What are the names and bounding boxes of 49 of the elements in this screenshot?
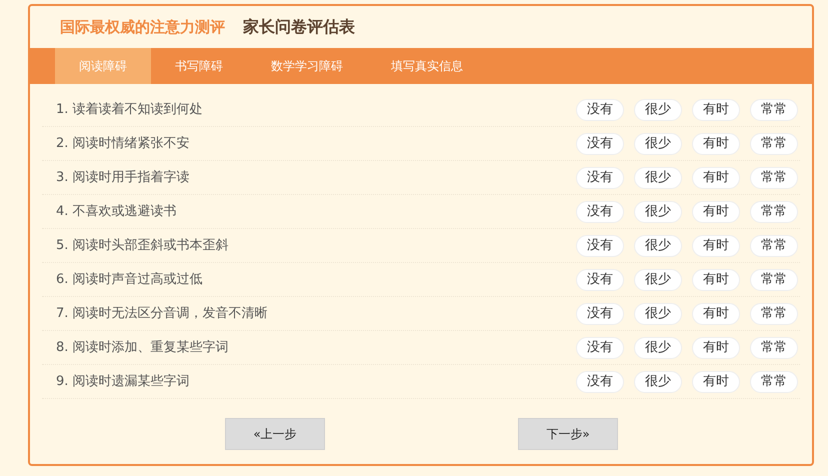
answer-option[interactable]: 很少 bbox=[634, 166, 682, 188]
question-text: 6. 阅读时声音过高或过低 bbox=[56, 270, 204, 289]
answer-option[interactable]: 很少 bbox=[634, 336, 682, 358]
next-button[interactable]: 下一步» bbox=[518, 418, 618, 450]
question-text: 9. 阅读时遗漏某些字词 bbox=[56, 372, 191, 391]
answer-option[interactable]: 常常 bbox=[750, 302, 798, 324]
answer-option[interactable]: 没有 bbox=[576, 370, 624, 392]
answer-option[interactable]: 有时 bbox=[692, 302, 740, 324]
answer-option[interactable]: 有时 bbox=[692, 200, 740, 222]
answer-option[interactable]: 很少 bbox=[634, 302, 682, 324]
answer-option[interactable]: 常常 bbox=[750, 234, 798, 256]
answer-option[interactable]: 很少 bbox=[634, 200, 682, 222]
answer-option[interactable]: 常常 bbox=[750, 166, 798, 188]
question-text: 8. 阅读时添加、重复某些字词 bbox=[56, 338, 230, 357]
answer-option[interactable]: 很少 bbox=[634, 370, 682, 392]
answer-option[interactable]: 有时 bbox=[692, 132, 740, 154]
question-text: 7. 阅读时无法区分音调，发音不清晰 bbox=[56, 304, 269, 323]
answer-option[interactable]: 有时 bbox=[692, 234, 740, 256]
answer-option[interactable]: 有时 bbox=[692, 370, 740, 392]
answer-option[interactable]: 没有 bbox=[576, 234, 624, 256]
answer-option[interactable]: 常常 bbox=[750, 268, 798, 290]
answer-option[interactable]: 没有 bbox=[576, 166, 624, 188]
answer-option[interactable]: 没有 bbox=[576, 200, 624, 222]
question-text: 4. 不喜欢或逃避读书 bbox=[56, 202, 178, 221]
question-text: 1. 读着读着不知读到何处 bbox=[56, 100, 204, 119]
answer-option[interactable]: 有时 bbox=[692, 98, 740, 120]
answer-option[interactable]: 很少 bbox=[634, 132, 682, 154]
answer-option[interactable]: 常常 bbox=[750, 370, 798, 392]
previous-button[interactable]: «上一步 bbox=[225, 418, 325, 450]
answer-option[interactable]: 没有 bbox=[576, 336, 624, 358]
answer-option[interactable]: 常常 bbox=[750, 132, 798, 154]
answer-option[interactable]: 有时 bbox=[692, 336, 740, 358]
answer-option[interactable]: 有时 bbox=[692, 268, 740, 290]
brand-title: 国际最权威的注意力测评 bbox=[60, 16, 225, 38]
answer-option[interactable]: 没有 bbox=[576, 98, 624, 120]
answer-option[interactable]: 很少 bbox=[634, 98, 682, 120]
answer-option[interactable]: 常常 bbox=[750, 336, 798, 358]
answer-option[interactable]: 有时 bbox=[692, 166, 740, 188]
question-text: 3. 阅读时用手指着字读 bbox=[56, 168, 191, 187]
page-title: 家长问卷评估表 bbox=[243, 16, 355, 38]
answer-option[interactable]: 很少 bbox=[634, 268, 682, 290]
answer-option[interactable]: 常常 bbox=[750, 98, 798, 120]
question-text: 5. 阅读时头部歪斜或书本歪斜 bbox=[56, 236, 230, 255]
question-text: 2. 阅读时情绪紧张不安 bbox=[56, 134, 191, 153]
answer-option[interactable]: 没有 bbox=[576, 302, 624, 324]
answer-option[interactable]: 很少 bbox=[634, 234, 682, 256]
answer-option[interactable]: 常常 bbox=[750, 200, 798, 222]
answer-option[interactable]: 没有 bbox=[576, 268, 624, 290]
answer-option[interactable]: 没有 bbox=[576, 132, 624, 154]
